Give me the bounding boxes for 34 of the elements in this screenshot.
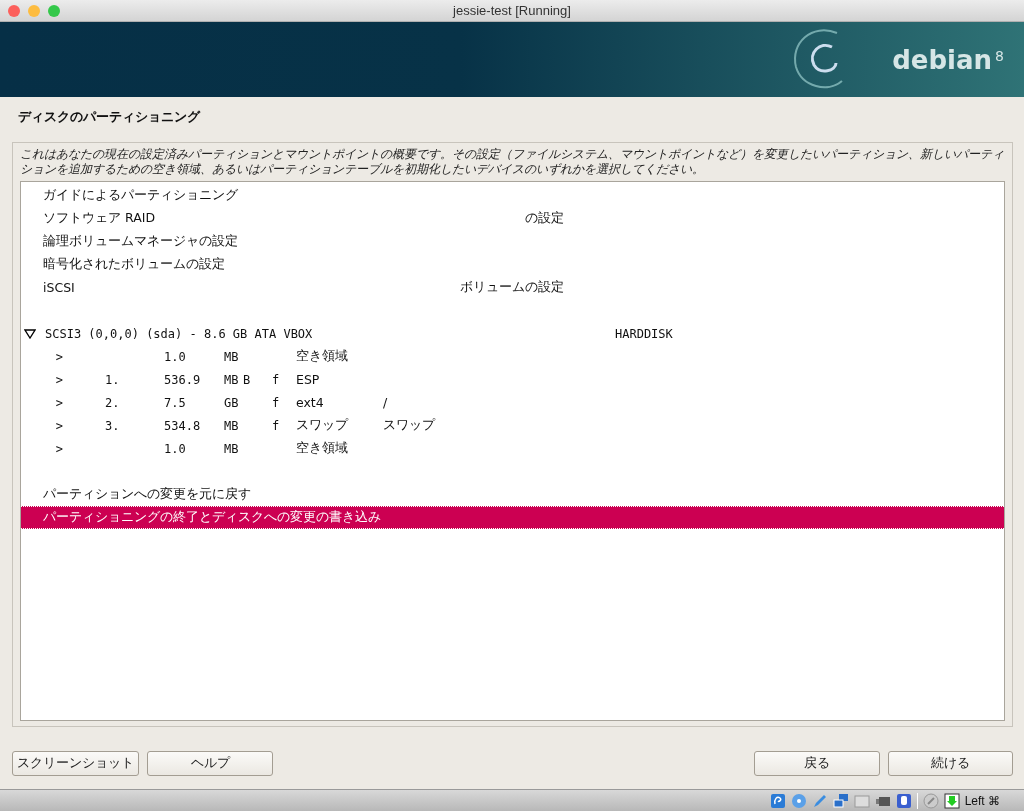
zoom-button[interactable] [48,5,60,17]
action-button[interactable]: 続ける [888,751,1013,776]
action-button[interactable]: 戻る [754,751,880,776]
menu-item[interactable]: 論理ボリュームマネージャの設定 [21,230,1004,253]
partition-row[interactable]: > 1.0 MB 空き領域 [21,345,1004,368]
partition-row[interactable]: > 1. 536.9 MB B f ESP [21,368,1004,391]
menu-item[interactable]: ソフトウェア RAID の設定 [21,207,1004,230]
menu-item[interactable]: iSCSI ボリュームの設定 [21,276,1004,299]
host-key-label: Left ⌘ [964,793,1000,808]
logo-text: debian [892,44,993,75]
partition-row[interactable]: > 1.0 MB 空き領域 [21,437,1004,460]
audio-icon[interactable] [769,792,786,809]
expander-icon[interactable] [24,328,36,339]
down-arrow-icon[interactable] [943,792,960,809]
window-title: jessie-test [Running] [453,3,571,18]
description-text: これはあなたの現在の設定済みパーティションとマウントポイントの概要です。その設定（ファイルシステム、マウントポイントなど）を変更したいパーティション、新しいパーティションを追加するための空き領域、あるいはパーティションテーブルを初期化したいデバイスのいずれかを選択してください。 [20,147,1005,177]
close-button[interactable] [8,5,20,17]
partition-row[interactable]: > 2. 7.5 GB f ext4 / [21,391,1004,414]
menu-item[interactable]: パーティショニングの終了とディスクへの変更の書き込み [21,506,1004,529]
pen-icon[interactable] [811,792,828,809]
menu-item[interactable]: ガイドによるパーティショニング [21,184,1004,207]
chip-icon[interactable] [895,792,912,809]
mouse-icon[interactable] [922,792,939,809]
menu-item[interactable]: パーティションへの変更を元に戻す [21,483,1004,506]
action-button[interactable]: ヘルプ [147,751,273,776]
disk-row[interactable]: SCSI3 (0,0,0) (sda) - 8.6 GB ATA VBOX HARDDISK [21,322,1004,345]
version-text: 8 [995,47,1004,64]
partition-row[interactable]: > 3. 534.8 MB f スワップ スワップ [21,414,1004,437]
minimize-button[interactable] [28,5,40,17]
network-icon[interactable] [832,792,849,809]
menu-item[interactable]: 暗号化されたボリュームの設定 [21,253,1004,276]
page-heading: ディスクのパーティショニング [17,108,202,126]
action-button[interactable]: スクリーンショット [12,751,139,776]
disc-icon[interactable] [790,792,807,809]
